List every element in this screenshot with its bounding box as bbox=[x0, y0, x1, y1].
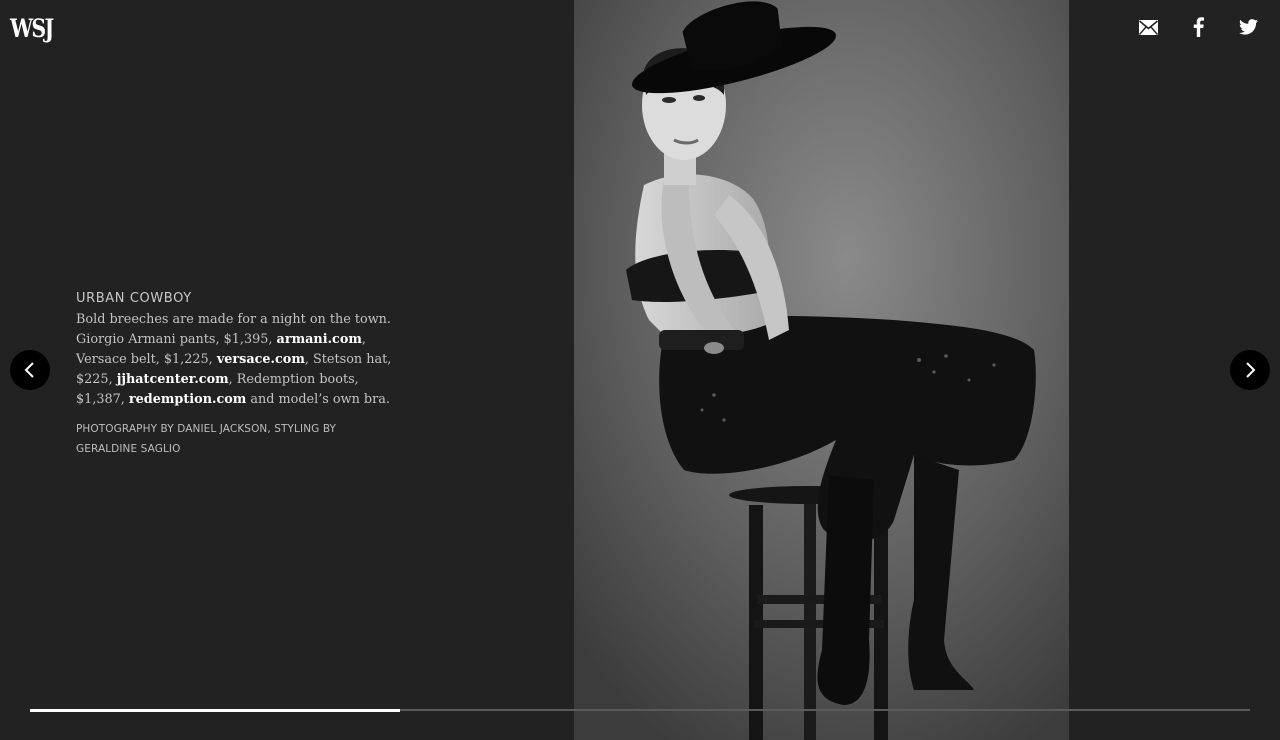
chevron-right-icon bbox=[1246, 362, 1256, 378]
email-icon bbox=[1138, 19, 1158, 35]
photo-credit: PHOTOGRAPHY BY DANIEL JACKSON, STYLING B… bbox=[76, 423, 337, 455]
slide-photo bbox=[574, 0, 1069, 740]
next-slide-button[interactable] bbox=[1230, 350, 1270, 390]
wsj-logo[interactable]: WSJ bbox=[10, 14, 54, 43]
redemption-link[interactable]: redemption.com bbox=[129, 392, 246, 407]
caption-text: and model’s own bra. bbox=[246, 392, 390, 407]
facebook-share-button[interactable] bbox=[1184, 14, 1212, 40]
previous-slide-button[interactable] bbox=[10, 350, 50, 390]
slide-caption: URBAN COWBOY Bold breeches are made for … bbox=[76, 291, 394, 459]
slideshow-page: WSJ URBAN COWBOY Bold breeches are made … bbox=[0, 0, 1280, 740]
versace-link[interactable]: versace.com bbox=[217, 352, 305, 367]
twitter-share-button[interactable] bbox=[1234, 14, 1262, 40]
armani-link[interactable]: armani.com bbox=[277, 332, 362, 347]
slideshow-progress-bar[interactable] bbox=[30, 708, 1250, 712]
email-share-button[interactable] bbox=[1134, 14, 1162, 40]
share-bar bbox=[1134, 14, 1262, 40]
chevron-left-icon bbox=[24, 362, 34, 378]
model-photo-image bbox=[574, 0, 1069, 740]
twitter-icon bbox=[1238, 19, 1258, 35]
caption-title: URBAN COWBOY bbox=[76, 291, 192, 306]
facebook-icon bbox=[1193, 17, 1204, 37]
jjhatcenter-link[interactable]: jjhatcenter.com bbox=[117, 372, 229, 387]
slideshow-progress-fill bbox=[30, 708, 400, 712]
caption-body: Bold breeches are made for a night on th… bbox=[76, 310, 394, 410]
